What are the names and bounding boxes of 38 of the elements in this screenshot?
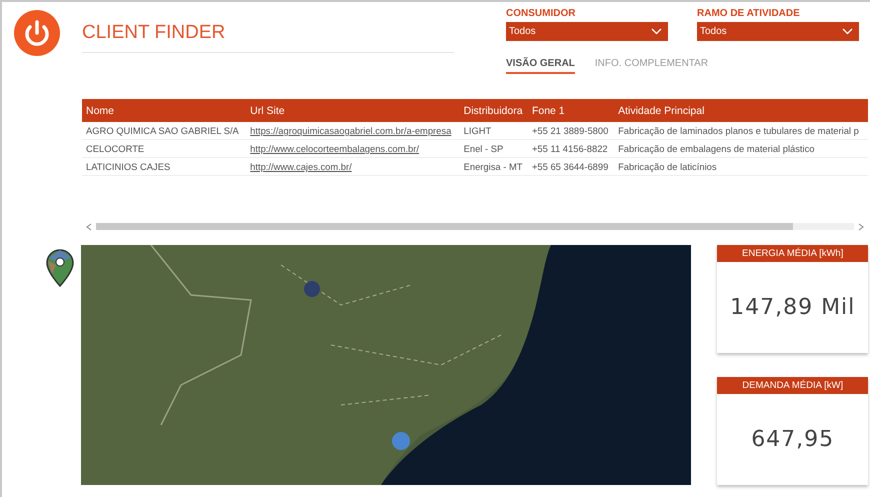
filter-label: CONSUMIDOR (506, 8, 576, 19)
scroll-left-icon[interactable] (86, 222, 92, 230)
table-cell: LATICINIOS CAJES (82, 158, 246, 176)
kpi-title: DEMANDA MÉDIA [kW] (717, 377, 868, 394)
tab[interactable]: VISÃO GERAL (506, 58, 575, 74)
kpi-value: 147,89 Mil (730, 295, 856, 320)
table-cell: Energisa - MT (460, 158, 528, 176)
column-header: Nome (82, 99, 246, 122)
table-cell: +55 21 3889-5800 (528, 122, 614, 140)
app-title: CLIENT FINDER (82, 22, 226, 44)
table-cell: +55 65 3644-6899 (528, 158, 614, 176)
column-header: Fone 1 (528, 99, 614, 122)
filter-dropdown[interactable]: Todos (506, 22, 668, 41)
kpi-title: ENERGIA MÉDIA [kWh] (717, 245, 868, 262)
chevron-down-icon (651, 28, 662, 35)
chevron-down-icon (842, 28, 853, 35)
table-cell: Fabricação de laticínios (614, 158, 868, 176)
kpi-value: 647,95 (751, 427, 834, 452)
table-cell: Fabricação de laminados planos e tubulares de material p (614, 122, 868, 140)
table-cell: CELOCORTE (82, 140, 246, 158)
column-header: Url Site (246, 99, 460, 122)
url-link[interactable]: https://agroquimicasaogabriel.com.br/a-empresa (250, 125, 452, 136)
column-header: Atividade Principal (614, 99, 868, 122)
url-link[interactable]: http://www.cajes.com.br/ (250, 161, 352, 172)
url-link[interactable]: http://www.celocorteembalagens.com.br/ (250, 143, 419, 154)
table-cell: +55 11 4156-8822 (528, 140, 614, 158)
scrollbar-thumb[interactable] (96, 223, 794, 230)
table-cell: LIGHT (460, 122, 528, 140)
satellite-map-drawing[interactable] (81, 245, 692, 485)
table-cell: Enel - SP (460, 140, 528, 158)
table-cell: AGRO QUIMICA SAO GABRIEL S/A (82, 122, 246, 140)
power-logo-icon (14, 10, 60, 56)
table-cell: Fabricação de embalagens de material plástico (614, 140, 868, 158)
filter-label: RAMO DE ATIVIDADE (697, 8, 801, 19)
column-header: Distribuidora (460, 99, 528, 122)
scroll-right-icon[interactable] (858, 222, 864, 230)
filter-dropdown[interactable]: Todos (697, 22, 859, 41)
map-pin-icon (46, 249, 74, 287)
